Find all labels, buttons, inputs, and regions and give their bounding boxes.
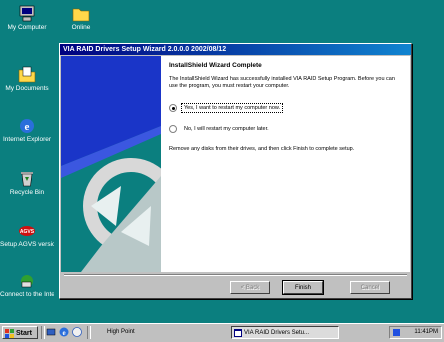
- show-desktop-icon[interactable]: [46, 327, 56, 337]
- button-bar-divider: [64, 274, 407, 276]
- restart-now-option[interactable]: Yes, I want to restart my computer now.: [169, 103, 403, 113]
- restart-now-radio[interactable]: [169, 104, 177, 112]
- restart-later-label: No, I will restart my computer later.: [184, 126, 269, 132]
- my-documents-icon: [18, 66, 36, 83]
- desktop-icon-label: Internet Explorer: [2, 136, 52, 143]
- window-title[interactable]: VIA RAID Drivers Setup Wizard 2.0.0.0 20…: [60, 44, 411, 55]
- outlook-express-icon[interactable]: [72, 327, 82, 337]
- desktop-icon-my-documents[interactable]: My Documents: [0, 66, 54, 92]
- wizard-description: The InstallShield Wizard has successfull…: [169, 76, 395, 89]
- windows-flag-icon: [5, 329, 14, 338]
- desktop-icon-connect-internet[interactable]: Connect to the Internet: [0, 272, 54, 298]
- desktop-icon-label: Recycle Bin: [9, 189, 45, 196]
- system-tray: 11:41PM: [389, 326, 442, 339]
- wizard-footnote: Remove any disks from their drives, and …: [169, 146, 355, 152]
- desktop-icon-label: Online: [71, 24, 91, 31]
- restart-now-label: Yes, I want to restart my computer now.: [180, 103, 284, 113]
- wizard-button-bar: < Back Finish Cancel: [60, 273, 411, 298]
- recycle-bin-icon: [18, 170, 36, 187]
- desktop-icon-recycle-bin[interactable]: Recycle Bin: [0, 170, 54, 196]
- internet-explorer-icon: e: [18, 117, 36, 134]
- taskbar: Start e High Point VIA RAID Drivers Setu…: [0, 323, 444, 342]
- tray-icon[interactable]: [393, 329, 400, 336]
- setup-app-icon: AGVS: [18, 222, 36, 239]
- setup-wizard-window: VIA RAID Drivers Setup Wizard 2.0.0.0 20…: [59, 43, 412, 299]
- start-button[interactable]: Start: [2, 326, 38, 339]
- desktop-icon-my-computer[interactable]: My Computer: [0, 5, 54, 31]
- clock[interactable]: 11:41PM: [414, 329, 438, 335]
- desktop-icon-label: Connect to the Internet: [0, 291, 54, 298]
- my-computer-icon: [18, 5, 36, 22]
- svg-text:e: e: [62, 329, 65, 337]
- internet-explorer-icon[interactable]: e: [59, 327, 69, 337]
- wizard-side-art: [61, 56, 161, 272]
- desktop-icon-online[interactable]: Online: [54, 5, 108, 31]
- setup-window-icon: [234, 329, 242, 337]
- connect-internet-icon: [18, 272, 36, 289]
- svg-text:e: e: [25, 121, 30, 133]
- restart-later-option[interactable]: No, I will restart my computer later.: [169, 125, 403, 133]
- taskbar-separator: [41, 326, 45, 339]
- restart-later-radio[interactable]: [169, 125, 177, 133]
- desktop-icon-setup-agvs[interactable]: AGVS Setup AGVS version 1.: [0, 222, 54, 248]
- finish-button[interactable]: Finish: [282, 280, 324, 295]
- folder-icon: [72, 5, 90, 22]
- taskbar-item-high-point[interactable]: High Point: [105, 326, 213, 339]
- wizard-panel: InstallShield Wizard Complete The Instal…: [169, 62, 403, 167]
- desktop-icon-label: Setup AGVS version 1.: [0, 241, 54, 248]
- back-button[interactable]: < Back: [230, 281, 270, 294]
- taskbar-item-label: VIA RAID Drivers Setu...: [244, 330, 310, 336]
- desktop-icon-internet-explorer[interactable]: e Internet Explorer: [0, 117, 54, 143]
- wizard-heading: InstallShield Wizard Complete: [169, 62, 262, 69]
- taskbar-separator: [87, 326, 91, 339]
- desktop-icon-label: My Documents: [5, 85, 49, 92]
- wizard-content: InstallShield Wizard Complete The Instal…: [61, 56, 410, 272]
- taskbar-item-via-raid-setup[interactable]: VIA RAID Drivers Setu...: [231, 326, 339, 339]
- svg-text:AGVS: AGVS: [20, 229, 35, 235]
- cancel-button[interactable]: Cancel: [350, 281, 390, 294]
- desktop-icon-label: My Computer: [7, 24, 47, 31]
- taskbar-item-label: High Point: [107, 329, 135, 335]
- start-label: Start: [16, 330, 32, 337]
